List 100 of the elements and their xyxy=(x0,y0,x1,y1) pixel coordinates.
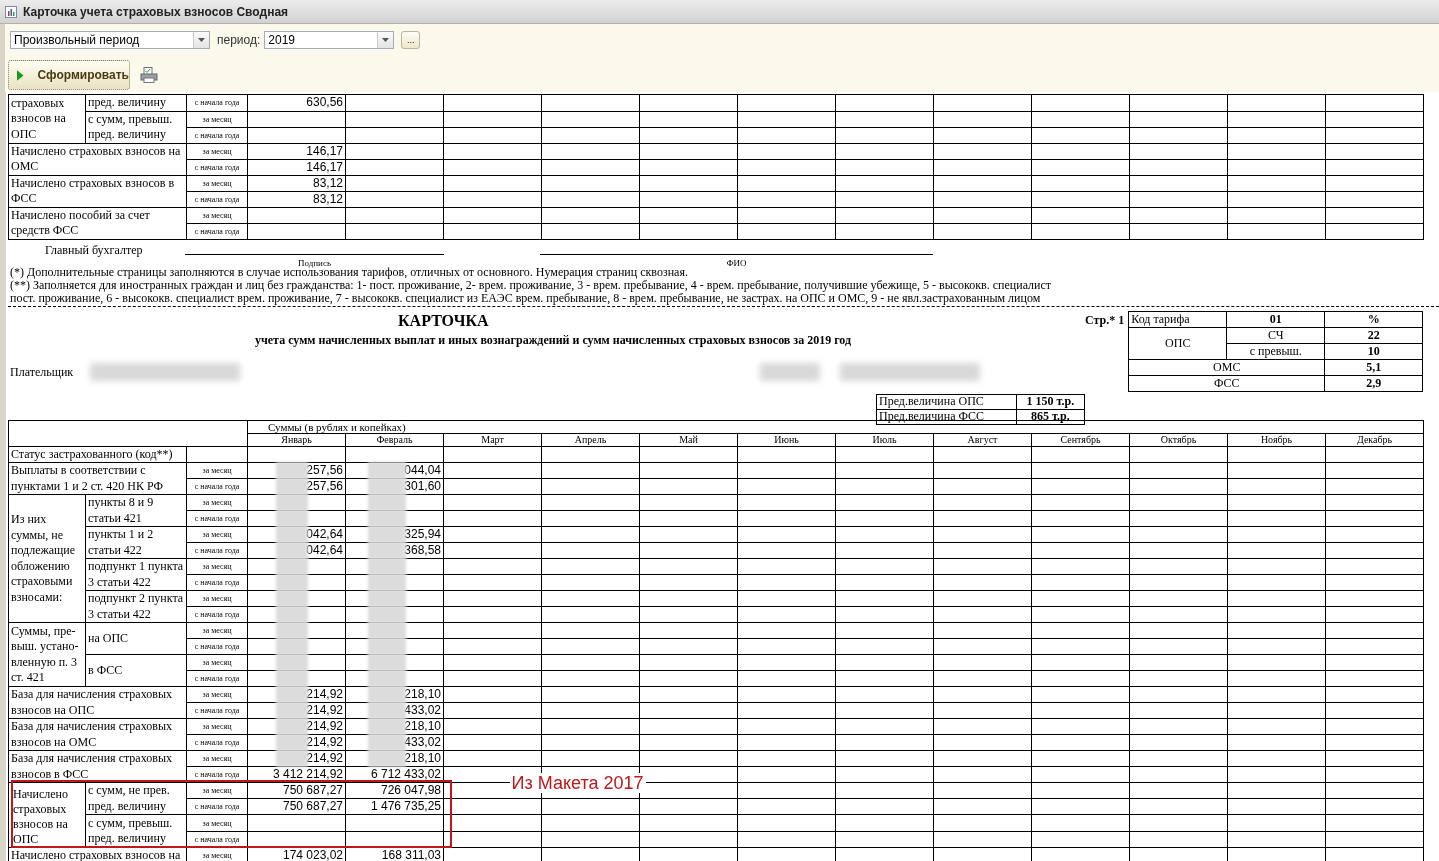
period-label: за месяц xyxy=(186,526,248,543)
chief-accountant-label: Главный бухгалтер xyxy=(45,242,143,258)
tariff-label: с превыш. xyxy=(1226,343,1325,359)
table-cell: 214,92 xyxy=(247,750,346,767)
period-label: за месяц xyxy=(186,143,248,159)
column-header: Декабрь xyxy=(1325,433,1424,446)
table-cell: 3 412 214,92 xyxy=(247,766,346,783)
period-label: с начала года xyxy=(186,670,248,687)
period-label: с начала года xyxy=(186,702,248,719)
select-period-button[interactable]: ... xyxy=(401,31,421,49)
tariff-rate: 22 xyxy=(1324,327,1423,343)
row-label: База для начисления страховых взносов на ОМС xyxy=(8,718,187,751)
period-label: за месяц xyxy=(186,558,248,575)
tariff-header: % xyxy=(1324,311,1423,327)
table-cell: 433,02 xyxy=(345,702,444,719)
row-sublabel: подпункт 2 пункта 3 статьи 422 xyxy=(85,590,187,623)
window-title: Карточка учета страховых взносов Сводная xyxy=(23,4,289,19)
period-label: с начала года xyxy=(186,574,248,591)
period-label: с начала года xyxy=(186,638,248,655)
column-header: Ноябрь xyxy=(1227,433,1326,446)
period-label: период: xyxy=(217,33,261,47)
name-caption: ФИО xyxy=(726,257,747,268)
row-label: Начислено страховых взносов на ОМС xyxy=(8,143,187,175)
tariff-label: ОМС xyxy=(1128,359,1325,375)
period-label: за месяц xyxy=(186,207,248,223)
row-label: Начислено страховых взносов в ФСС xyxy=(8,175,187,207)
period-label: за месяц xyxy=(186,590,248,607)
report-icon xyxy=(5,5,17,18)
table-cell: 750 687,27 xyxy=(247,782,346,799)
generate-button[interactable]: Сформировать xyxy=(8,60,130,90)
period-label: с начала года xyxy=(186,734,248,751)
period-label: с начала года xyxy=(186,542,248,559)
period-kind-dropdown[interactable]: Произвольный период xyxy=(10,31,210,49)
tariff-rate: 10 xyxy=(1324,343,1423,359)
period-label: с начала года xyxy=(186,478,248,495)
period-label: за месяц xyxy=(186,686,248,703)
period-label: за месяц xyxy=(186,782,248,799)
column-header: Февраль xyxy=(345,433,444,446)
period-label: с начала года xyxy=(186,223,248,239)
column-header: Июль xyxy=(835,433,934,446)
limit-label: Пред.величина ОПС xyxy=(876,394,1017,409)
row-label: Начислено пособий за счет средств ФСС xyxy=(8,207,187,239)
column-header: Сентябрь xyxy=(1031,433,1130,446)
table-cell: 630,56 xyxy=(247,94,346,111)
payer-label: Плательщик xyxy=(10,364,74,380)
period-label: с начала года xyxy=(186,766,248,783)
table-cell: 257,56 xyxy=(247,462,346,479)
limit-value: 1 150 т.р. xyxy=(1016,394,1085,409)
row-sublabel: в ФСС xyxy=(85,654,187,687)
table-cell: 325,94 xyxy=(345,526,444,543)
tariff-header: Код тарифа xyxy=(1128,311,1227,327)
table-cell: 044,04 xyxy=(345,462,444,479)
tariff-label: ФСС xyxy=(1128,375,1325,391)
table-cell: 83,12 xyxy=(247,175,346,191)
limit-label: Пред.величина ФСС xyxy=(876,409,1017,424)
column-header: Август xyxy=(933,433,1032,446)
column-header: Октябрь xyxy=(1129,433,1228,446)
row-label: страховых взносов на ОПС xyxy=(8,94,86,143)
limit-value: 865 т.р. xyxy=(1016,409,1085,424)
tariff-header: 01 xyxy=(1226,311,1325,327)
column-header: Март xyxy=(443,433,542,446)
table-cell: 301,60 xyxy=(345,478,444,495)
table-cell: 214,92 xyxy=(247,718,346,735)
table-cell: 750 687,27 xyxy=(247,798,346,815)
table-cell: 214,92 xyxy=(247,734,346,751)
dropdown-arrow-icon xyxy=(198,38,205,42)
table-cell: 433,02 xyxy=(345,734,444,751)
card-title: КАРТОЧКА xyxy=(398,311,490,330)
table-cell: 257,56 xyxy=(247,478,346,495)
row-sublabel: с сумм, превыш. пред. величину xyxy=(85,814,187,848)
table-cell: 214,92 xyxy=(247,686,346,703)
period-label: за месяц xyxy=(186,718,248,735)
period-label: с начала года xyxy=(186,127,248,143)
period-label: за месяц xyxy=(186,175,248,191)
period-label: с начала года xyxy=(186,606,248,623)
tariff-rate: 5,1 xyxy=(1324,359,1423,375)
table-cell: 146,17 xyxy=(247,143,346,159)
period-label: с начала года xyxy=(186,191,248,207)
period-label: за месяц xyxy=(186,750,248,767)
table-cell: 218,10 xyxy=(345,718,444,735)
table-cell: 726 047,98 xyxy=(345,782,444,799)
column-header: Апрель xyxy=(541,433,640,446)
row-sublabel: пред. величину xyxy=(85,94,187,111)
tariff-rate: 2,9 xyxy=(1324,375,1423,391)
row-label: Статус застрахованного (код**) xyxy=(8,446,187,463)
column-header: Январь xyxy=(247,433,346,446)
table-cell: 218,10 xyxy=(345,686,444,703)
tariff-group-label: ОПС xyxy=(1128,327,1227,359)
table-cell: 368,58 xyxy=(345,542,444,559)
table-cell: 146,17 xyxy=(247,159,346,175)
printer-icon[interactable] xyxy=(140,67,158,83)
period-label: с начала года xyxy=(186,94,248,111)
period-label: с начала года xyxy=(186,510,248,527)
row-label: Начислено страховых взносов на xyxy=(8,847,187,861)
table-cell: 6 712 433,02 xyxy=(345,766,444,783)
play-icon xyxy=(17,69,24,81)
period-label: за месяц xyxy=(186,814,248,832)
row-sublabel: с сумм, превыш. пред. величину xyxy=(85,111,187,143)
period-dropdown[interactable]: 2019 xyxy=(264,31,395,49)
dropdown-arrow-icon xyxy=(382,38,390,42)
